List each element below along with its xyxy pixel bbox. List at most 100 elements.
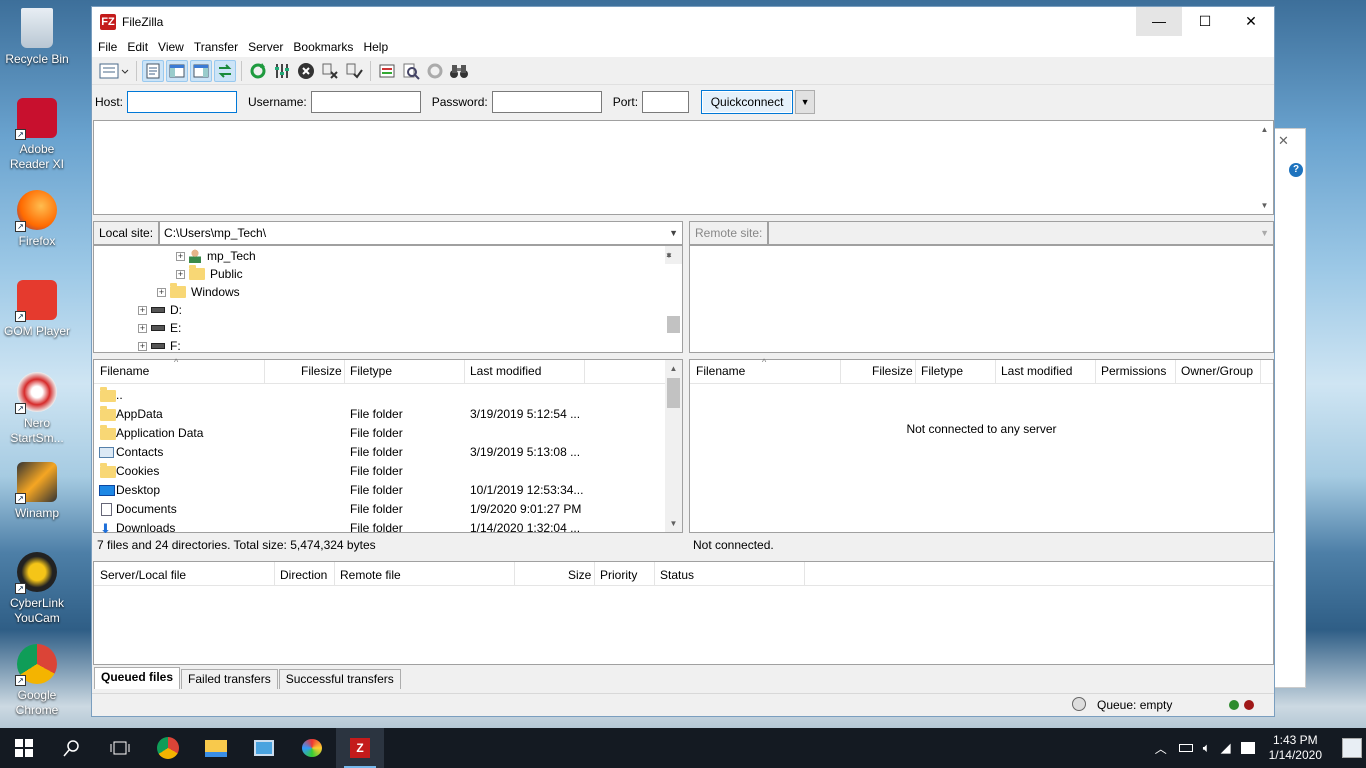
tree-item-drive-d[interactable]: + D: [138, 301, 182, 319]
file-row[interactable]: .. [94, 386, 664, 405]
desktop-icon-firefox[interactable]: ↗ Firefox [2, 190, 72, 249]
column-divider[interactable] [654, 562, 655, 586]
desktop-icon-recycle-bin[interactable]: Recycle Bin [2, 8, 72, 67]
column-divider[interactable] [514, 562, 515, 586]
desktop-icon-adobe-reader[interactable]: ↗ Adobe Reader XI [2, 98, 72, 172]
disconnect-button[interactable] [319, 60, 341, 82]
column-divider[interactable] [594, 562, 595, 586]
column-filename[interactable]: Filename [696, 364, 745, 378]
scroll-down-icon[interactable]: ▼ [665, 247, 682, 264]
menu-server[interactable]: Server [244, 40, 289, 54]
reconnect-button[interactable] [343, 60, 365, 82]
tree-item-public[interactable]: + Public [176, 265, 243, 283]
file-row[interactable]: Cookies File folder [94, 462, 664, 481]
volume-icon[interactable]: 🔈︎ [1203, 740, 1211, 756]
file-row[interactable]: ⬇ Downloads File folder 1/14/2020 1:32:04 .… [94, 519, 664, 533]
expand-icon[interactable]: + [176, 269, 185, 279]
file-row[interactable]: Desktop File folder 10/1/2019 12:53:34... [94, 481, 664, 500]
sync-browsing-button[interactable] [424, 60, 446, 82]
menu-help[interactable]: Help [359, 40, 394, 54]
column-divider[interactable] [344, 360, 345, 384]
host-input[interactable] [127, 90, 238, 113]
tab-failed-transfers[interactable]: Failed transfers [181, 669, 278, 689]
chevron-down-icon[interactable]: ▼ [1260, 222, 1269, 244]
password-input[interactable] [491, 90, 602, 113]
column-remote-file[interactable]: Remote file [340, 568, 401, 582]
column-divider[interactable] [584, 360, 585, 384]
battery-icon[interactable] [1178, 744, 1193, 752]
menu-file[interactable]: File [94, 40, 123, 54]
column-priority[interactable]: Priority [600, 568, 637, 582]
expand-icon[interactable]: + [138, 341, 147, 351]
menu-edit[interactable]: Edit [123, 40, 154, 54]
toggle-message-log-button[interactable] [142, 59, 164, 82]
tab-queued-files[interactable]: Queued files [94, 667, 181, 689]
tree-item-drive-f[interactable]: + F: [138, 337, 181, 355]
taskbar-chrome[interactable] [144, 728, 192, 768]
column-last-modified[interactable]: Last modified [1001, 364, 1072, 378]
minimize-button[interactable]: — [1136, 7, 1182, 36]
chevron-down-icon[interactable]: ▼ [669, 222, 678, 244]
column-status[interactable]: Status [660, 568, 694, 582]
remote-site-path[interactable]: ▼ [768, 221, 1274, 245]
scroll-thumb[interactable] [667, 316, 680, 333]
show-desktop-icon[interactable] [1342, 738, 1362, 758]
column-server-local-file[interactable]: Server/Local file [100, 568, 186, 582]
column-filesize[interactable]: Filesize [301, 364, 342, 378]
toggle-remote-tree-button[interactable] [190, 59, 212, 82]
action-center-icon[interactable] [1240, 742, 1255, 754]
remote-directory-tree[interactable] [689, 245, 1274, 353]
search-button[interactable] [48, 728, 96, 768]
tree-item-windows[interactable]: + Windows [157, 283, 240, 301]
menu-transfer[interactable]: Transfer [190, 40, 244, 54]
column-filesize[interactable]: Filesize [872, 364, 913, 378]
expand-icon[interactable]: + [157, 287, 166, 297]
column-direction[interactable]: Direction [280, 568, 327, 582]
search-files-button[interactable] [400, 60, 422, 82]
column-divider[interactable] [995, 360, 996, 384]
file-row[interactable]: Application Data File folder [94, 424, 664, 443]
taskbar-paint[interactable] [288, 728, 336, 768]
toggle-transfer-queue-button[interactable] [214, 59, 236, 82]
message-log-scrollbar[interactable]: ▲ ▼ [1256, 121, 1273, 214]
column-divider[interactable] [1260, 360, 1261, 384]
task-view-button[interactable] [96, 728, 144, 768]
column-divider[interactable] [334, 562, 335, 586]
network-icon[interactable]: ◢ [1221, 740, 1231, 756]
close-button[interactable]: ✕ [1228, 7, 1274, 36]
tree-item-drive-e[interactable]: + E: [138, 319, 181, 337]
column-size[interactable]: Size [568, 568, 591, 582]
taskbar-filezilla[interactable]: Z [336, 728, 384, 768]
clock[interactable]: 1:43 PM 1/14/2020 [1269, 733, 1322, 763]
column-divider[interactable] [274, 562, 275, 586]
column-owner-group[interactable]: Owner/Group [1181, 364, 1253, 378]
local-tree-scrollbar[interactable]: ▲ ▼ [665, 246, 682, 333]
desktop-icon-winamp[interactable]: ↗ Winamp [2, 462, 72, 521]
cancel-operation-button[interactable] [295, 60, 317, 82]
column-divider[interactable] [1095, 360, 1096, 384]
file-row[interactable]: AppData File folder 3/19/2019 5:12:54 ... [94, 405, 664, 424]
menu-view[interactable]: View [154, 40, 190, 54]
column-divider[interactable] [804, 562, 805, 586]
close-icon[interactable]: ✕ [1278, 133, 1289, 149]
column-filetype[interactable]: Filetype [921, 364, 963, 378]
menu-bookmarks[interactable]: Bookmarks [289, 40, 359, 54]
quickconnect-button[interactable]: Quickconnect [701, 89, 794, 114]
column-permissions[interactable]: Permissions [1101, 364, 1166, 378]
column-divider[interactable] [464, 360, 465, 384]
column-divider[interactable] [264, 360, 265, 384]
column-filename[interactable]: Filename [100, 364, 149, 378]
quickconnect-dropdown-button[interactable]: ▼ [795, 89, 816, 114]
column-divider[interactable] [1175, 360, 1176, 384]
site-manager-button[interactable] [97, 60, 131, 82]
find-files-button[interactable] [448, 60, 470, 82]
remote-file-list[interactable]: Filename ^ Filesize Filetype Last modifi… [689, 357, 1274, 533]
scroll-up-icon[interactable]: ▲ [665, 360, 682, 377]
column-divider[interactable] [840, 360, 841, 384]
message-log[interactable]: ▲ ▼ [93, 120, 1274, 215]
username-input[interactable] [310, 90, 421, 113]
desktop-icon-chrome[interactable]: ↗ Google Chrome [2, 644, 72, 718]
tree-item-mp-tech[interactable]: + mp_Tech [176, 247, 256, 265]
desktop-icon-nero[interactable]: ↗ Nero StartSm... [2, 372, 72, 446]
tab-successful-transfers[interactable]: Successful transfers [278, 669, 401, 689]
